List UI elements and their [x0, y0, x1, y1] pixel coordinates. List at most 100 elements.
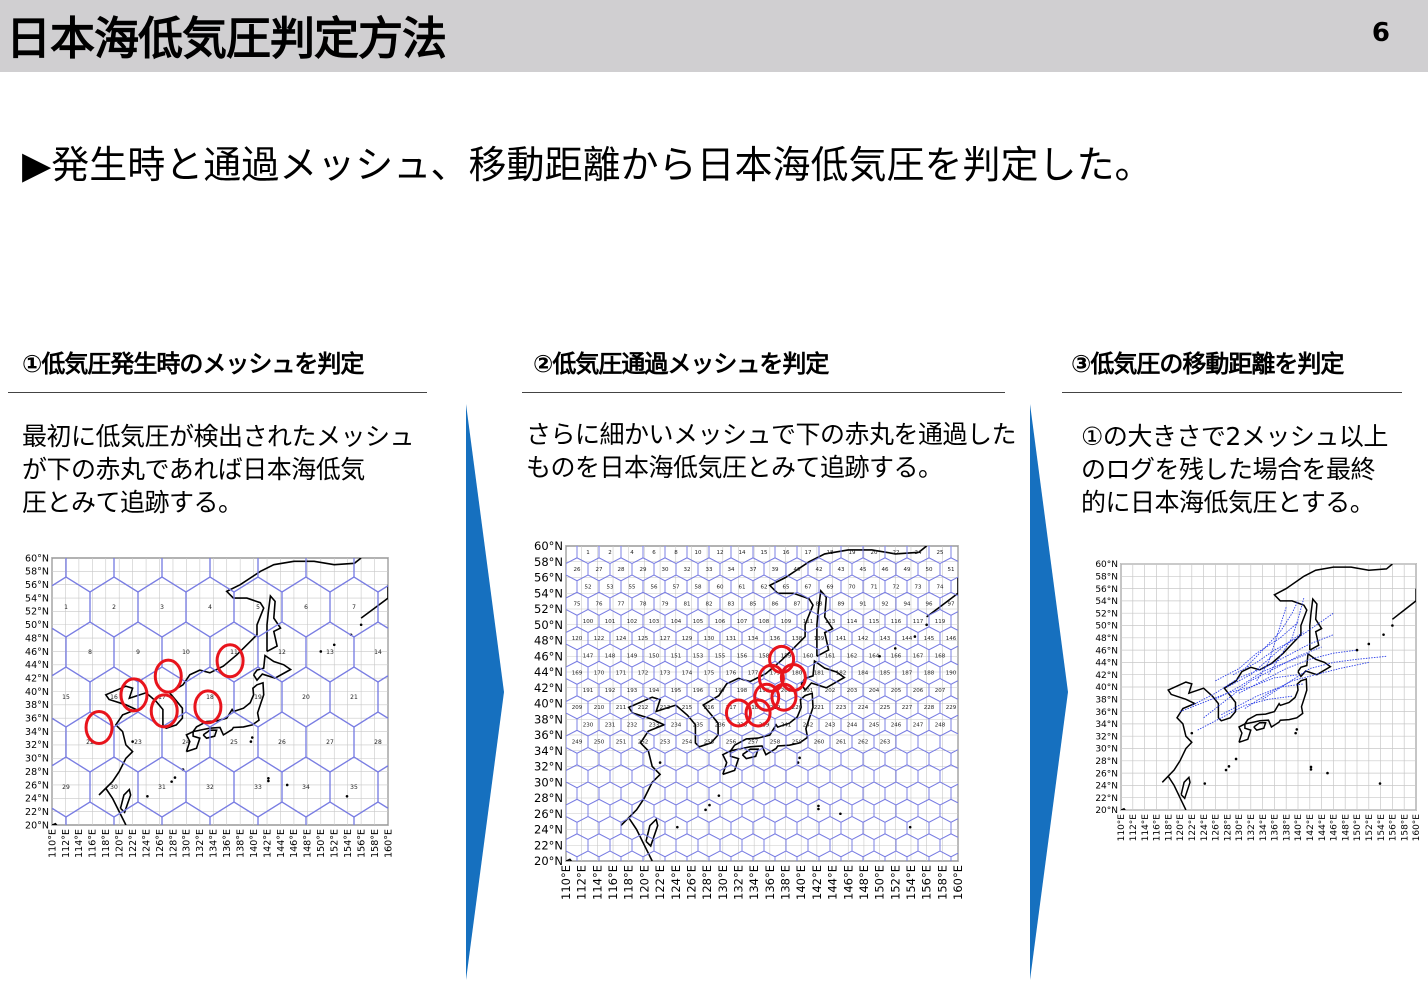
map1-lon-label: 132°E	[195, 829, 206, 858]
map2-cell-id: 224	[858, 705, 869, 711]
map2-cell-id: 117	[913, 619, 924, 625]
map2-cell-id: 79	[662, 602, 669, 608]
map3-lat-label: 40°N	[1095, 683, 1118, 693]
map1-cell-id: 32	[206, 784, 214, 791]
map1-lat-label: 44°N	[25, 660, 49, 671]
map1-cell-id: 2	[112, 604, 116, 611]
map1-lat-label: 20°N	[25, 820, 49, 831]
map2-cell-id: 196	[693, 688, 704, 694]
map3-lat-label: 34°N	[1095, 720, 1118, 730]
map2-lon-label: 148°E	[857, 865, 871, 900]
map3-island	[1378, 782, 1382, 785]
map2-cell-id: 10	[695, 550, 702, 556]
map1-cell-id: 4	[208, 604, 212, 611]
map2-cell-id: 73	[915, 584, 922, 590]
map2-mesh-cell	[962, 799, 984, 822]
map2-cell-id: 228	[924, 705, 935, 711]
map3-lon-label: 148°E	[1341, 814, 1351, 842]
map2-lat-label: 52°N	[534, 602, 563, 616]
map2-cell-id: 160	[803, 653, 814, 659]
chevron-arrow-2	[1030, 404, 1068, 980]
map2-island	[708, 803, 711, 807]
map1-cell-id: 15	[62, 694, 70, 701]
map2-island	[717, 794, 721, 797]
map2-cell-id: 108	[759, 619, 770, 625]
step1-divider	[8, 392, 427, 393]
map2-cell-id: 241	[781, 722, 792, 728]
map3-island	[1224, 768, 1228, 772]
map2-cell-id: 92	[882, 602, 889, 608]
map2-cell-id: 192	[605, 688, 616, 694]
map2-lat-label: 60°N	[534, 539, 563, 553]
map2-cell-id: 71	[871, 584, 878, 590]
map2-cell-id: 195	[671, 688, 682, 694]
map2-mesh-cell	[962, 592, 984, 615]
map2-cell-id: 229	[946, 705, 957, 711]
map2-lat-label: 32°N	[534, 760, 563, 774]
map2-lat-label: 56°N	[534, 571, 563, 585]
map2-cell-id: 86	[772, 602, 779, 608]
map2-cell-id: 77	[618, 602, 625, 608]
map2-cell-id: 204	[869, 688, 880, 694]
map2-lat-label: 44°N	[534, 665, 563, 679]
map2-cell-id: 62	[761, 584, 768, 590]
map3-lat-label: 52°N	[1095, 609, 1118, 619]
map1-lon-label: 144°E	[276, 829, 287, 858]
map2-cell-id: 14	[739, 550, 746, 556]
map2-lat-label: 50°N	[534, 618, 563, 632]
step1-line-1: 最初に低気圧が検出されたメッシュ	[22, 422, 415, 451]
map3-lon-label: 116°E	[1153, 814, 1163, 842]
map1-lat-label: 28°N	[25, 767, 49, 778]
map3-island	[1309, 765, 1313, 769]
map2-cell-id: 130	[704, 636, 715, 642]
map2-cell-id: 245	[869, 722, 880, 728]
page-number: 6	[1371, 18, 1390, 48]
map2-lon-label: 152°E	[888, 865, 902, 900]
map2-cell-id: 25	[937, 550, 944, 556]
map2-cell-id: 2	[608, 550, 612, 556]
map3-lat-label: 22°N	[1095, 794, 1118, 804]
map2-cell-id: 34	[728, 567, 735, 573]
map2-cell-id: 17	[805, 550, 812, 556]
map2-lon-label: 138°E	[779, 865, 793, 900]
map2-cell-id: 223	[836, 705, 847, 711]
map2-cell-id: 251	[616, 740, 627, 746]
map2-mesh-cell	[962, 730, 984, 753]
map3-lon-label: 152°E	[1365, 814, 1375, 842]
map2-cell-id: 19	[849, 550, 856, 556]
map2-cell-id: 16	[783, 550, 790, 556]
map2-cell-id: 141	[836, 636, 847, 642]
map2-cell-id: 206	[913, 688, 924, 694]
map2-cell-id: 6	[652, 550, 656, 556]
map2-cell-id: 207	[935, 688, 946, 694]
map3-lat-label: 20°N	[1095, 806, 1118, 816]
map1-lat-label: 52°N	[25, 607, 49, 618]
map1-lon-label: 152°E	[330, 829, 341, 858]
map1-island	[146, 794, 149, 798]
map2-cell-id: 242	[803, 722, 814, 728]
map1-island	[267, 779, 270, 783]
map3-lat-label: 60°N	[1095, 560, 1118, 570]
map2-cell-id: 168	[935, 653, 946, 659]
map2-cell-id: 111	[803, 619, 814, 625]
map2-cell-id: 115	[869, 619, 880, 625]
map2-lat-label: 24°N	[534, 823, 563, 837]
map3-island	[1295, 728, 1299, 731]
map2-lon-label: 126°E	[684, 865, 698, 900]
map1-cell-id: 30	[110, 784, 118, 791]
map3-lat-label: 58°N	[1095, 572, 1118, 582]
map1-lon-label: 134°E	[209, 829, 220, 858]
map1-lon-label: 154°E	[343, 829, 354, 858]
map2-lon-label: 122°E	[653, 865, 667, 900]
map2-cell-id: 134	[748, 636, 759, 642]
map2-island	[676, 825, 679, 829]
map2-lon-label: 118°E	[622, 865, 636, 900]
map2-island	[925, 623, 928, 627]
map2-cell-id: 85	[750, 602, 757, 608]
map2-cell-id: 216	[704, 705, 715, 711]
map2-lon-label: 114°E	[590, 865, 604, 900]
map1-cell-id: 33	[254, 784, 262, 791]
map2-cell-id: 67	[805, 584, 812, 590]
map2-cell-id: 37	[750, 567, 757, 573]
map2-cell-id: 174	[682, 671, 693, 677]
